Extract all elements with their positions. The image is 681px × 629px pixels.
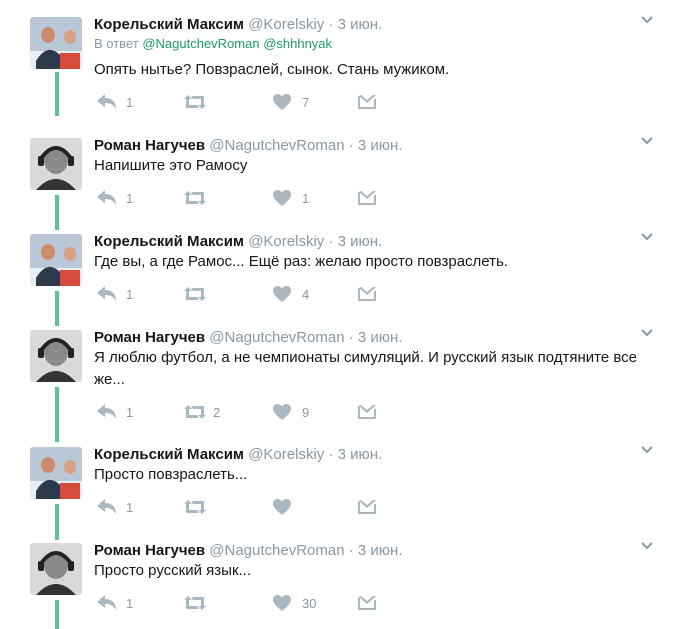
direct-message-icon xyxy=(358,95,376,109)
avatar[interactable] xyxy=(30,17,82,69)
chevron-down-icon[interactable] xyxy=(640,13,654,27)
reply-count: 1 xyxy=(126,287,134,302)
thread-line xyxy=(55,291,59,326)
author-name[interactable]: Корельский Максим xyxy=(94,16,244,33)
reply-prefix: В ответ xyxy=(94,36,139,51)
tweet-actions: 1 7 xyxy=(94,93,394,113)
tweet-actions: 1 xyxy=(94,498,394,518)
chevron-down-icon[interactable] xyxy=(640,326,654,340)
reply-context: В ответ @NagutchevRoman @shhhnyak xyxy=(94,36,332,51)
tweet-header: Роман Нагучев @NagutchevRoman · 3 июн. xyxy=(94,136,403,156)
avatar[interactable] xyxy=(30,330,82,382)
tweet-date[interactable]: 3 июн. xyxy=(338,16,383,33)
tweet-header: Роман Нагучев @NagutchevRoman · 3 июн. xyxy=(94,541,403,561)
tweet-header: Корельский Максим @Korelskiy · 3 июн. xyxy=(94,445,382,465)
direct-message-icon xyxy=(358,287,376,301)
tweet-actions: 1 2 9 xyxy=(94,403,394,423)
tweet-date[interactable]: 3 июн. xyxy=(358,329,403,346)
reply-icon xyxy=(97,499,116,514)
tweet-header: Корельский Максим @Korelskiy · 3 июн. xyxy=(94,232,382,252)
tweet-header: Корельский Максим @Korelskiy · 3 июн. xyxy=(94,15,382,35)
chevron-down-icon[interactable] xyxy=(640,443,654,457)
author-name[interactable]: Корельский Максим xyxy=(94,233,244,250)
tweet-text: Где вы, а где Рамос... Ещё раз: желаю пр… xyxy=(94,253,508,270)
direct-message-icon xyxy=(358,500,376,514)
like-icon xyxy=(273,595,291,611)
author-handle[interactable]: @Korelskiy xyxy=(248,446,324,463)
reply-count: 1 xyxy=(126,95,134,110)
reply-count: 1 xyxy=(126,191,134,206)
tweet-text: Я люблю футбол, а не чемпионаты симуляци… xyxy=(94,349,637,388)
tweet-text: Напишите это Рамосу xyxy=(94,157,248,174)
like-icon xyxy=(273,94,291,110)
author-name[interactable]: Роман Нагучев xyxy=(94,329,205,346)
tweet-text: Опять нытье? Повзраслей, сынок. Стань му… xyxy=(94,61,450,78)
author-handle[interactable]: @NagutchevRoman xyxy=(209,329,344,346)
author-handle[interactable]: @Korelskiy xyxy=(248,16,324,33)
tweet-date[interactable]: 3 июн. xyxy=(338,446,383,463)
reply-mentions[interactable]: @NagutchevRoman @shhhnyak xyxy=(142,36,332,51)
retweet-icon xyxy=(184,596,206,610)
separator-dot: · xyxy=(328,233,334,250)
author-name[interactable]: Роман Нагучев xyxy=(94,542,205,559)
reply-count: 1 xyxy=(126,596,134,611)
author-name[interactable]: Роман Нагучев xyxy=(94,137,205,154)
reply-icon xyxy=(97,190,116,205)
retweet-icon xyxy=(184,95,206,109)
thread-line xyxy=(55,387,59,442)
reply-icon xyxy=(97,94,116,109)
tweet-date[interactable]: 3 июн. xyxy=(338,233,383,250)
like-count: 9 xyxy=(302,405,310,420)
author-name[interactable]: Корельский Максим xyxy=(94,446,244,463)
tweet-text: Просто повзраслеть... xyxy=(94,466,248,483)
tweet-date[interactable]: 3 июн. xyxy=(358,137,403,154)
tweet-header: Роман Нагучев @NagutchevRoman · 3 июн. xyxy=(94,328,403,348)
reply-icon xyxy=(97,595,116,610)
like-count: 7 xyxy=(302,95,310,110)
separator-dot: · xyxy=(348,137,354,154)
separator-dot: · xyxy=(348,329,354,346)
direct-message-icon xyxy=(358,191,376,205)
tweet-text: Просто русский язык... xyxy=(94,562,252,579)
direct-message-icon xyxy=(358,405,376,419)
author-handle[interactable]: @NagutchevRoman xyxy=(209,542,344,559)
reply-count: 1 xyxy=(126,405,134,420)
thread-line xyxy=(55,600,59,629)
retweet-icon xyxy=(184,287,206,301)
avatar[interactable] xyxy=(30,543,82,595)
retweet-icon xyxy=(184,191,206,205)
like-count: 4 xyxy=(302,287,310,302)
separator-dot: · xyxy=(348,542,354,559)
retweet-count: 2 xyxy=(213,405,221,420)
reply-icon xyxy=(97,286,116,301)
tweet-actions: 1 4 xyxy=(94,285,394,305)
like-icon xyxy=(273,190,291,206)
tweet-date[interactable]: 3 июн. xyxy=(358,542,403,559)
avatar[interactable] xyxy=(30,234,82,286)
chevron-down-icon[interactable] xyxy=(640,230,654,244)
reply-count: 1 xyxy=(126,500,134,515)
author-handle[interactable]: @Korelskiy xyxy=(248,233,324,250)
thread-line xyxy=(55,504,59,540)
like-icon xyxy=(273,499,291,515)
author-handle[interactable]: @NagutchevRoman xyxy=(209,137,344,154)
chevron-down-icon[interactable] xyxy=(640,539,654,553)
thread-line xyxy=(55,72,59,116)
chevron-down-icon[interactable] xyxy=(640,134,654,148)
retweet-icon xyxy=(184,500,206,514)
retweet-icon xyxy=(184,405,206,419)
like-count: 1 xyxy=(302,191,310,206)
tweet-actions: 1 1 xyxy=(94,189,394,209)
avatar[interactable] xyxy=(30,447,82,499)
separator-dot: · xyxy=(328,16,334,33)
separator-dot: · xyxy=(328,446,334,463)
avatar[interactable] xyxy=(30,138,82,190)
thread-line xyxy=(55,195,59,230)
like-icon xyxy=(273,404,291,420)
direct-message-icon xyxy=(358,596,376,610)
like-icon xyxy=(273,286,291,302)
reply-icon xyxy=(97,404,116,419)
tweet-actions: 1 30 xyxy=(94,594,394,614)
like-count: 30 xyxy=(302,596,317,611)
